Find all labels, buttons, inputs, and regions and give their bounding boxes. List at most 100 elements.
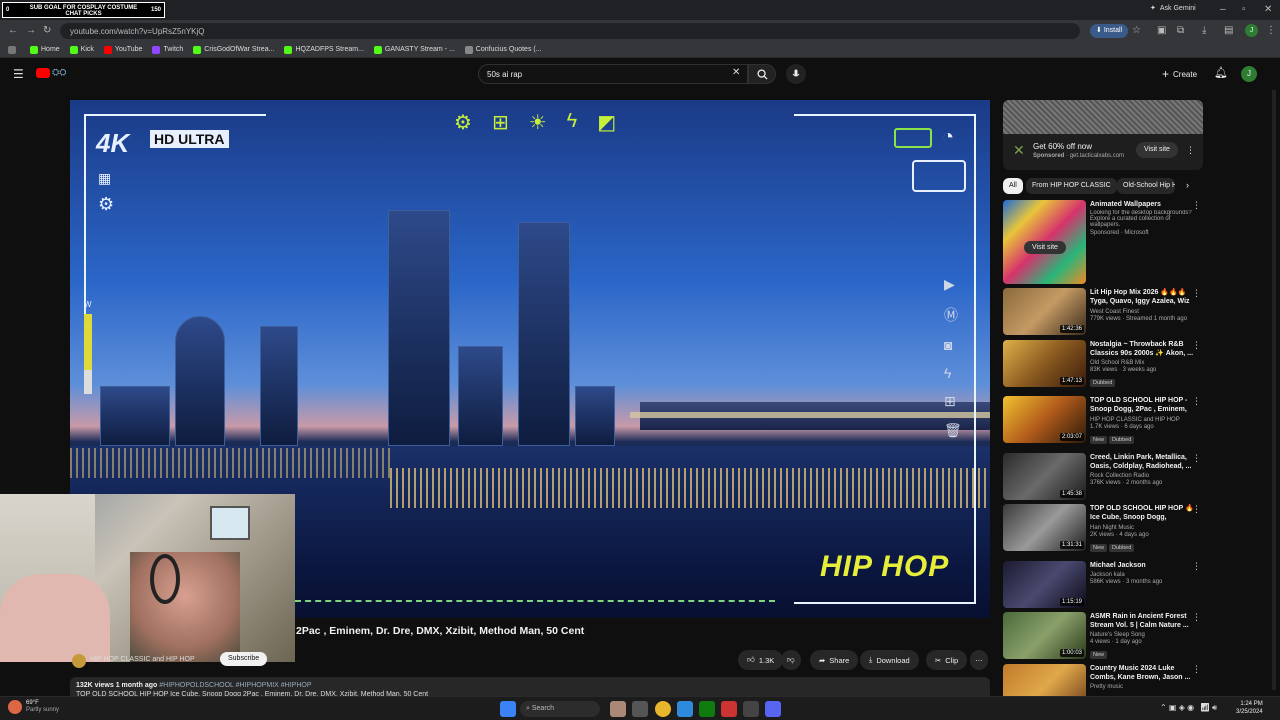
chip-all[interactable]: All: [1003, 178, 1023, 194]
more-options-icon[interactable]: ⋮: [1192, 453, 1201, 464]
feed-channel[interactable]: Jackson kala: [1090, 572, 1194, 578]
tray-icons[interactable]: ⌃ ▣ ◈ ◉: [1160, 703, 1194, 712]
feed-channel[interactable]: Rock Collection Radio: [1090, 473, 1194, 479]
clock[interactable]: 1:24 PM 3/25/2024: [1236, 700, 1263, 716]
feed-item[interactable]: Country Music 2024 Luke Combs, Kane Brow…: [1003, 664, 1203, 711]
edge-icon[interactable]: [677, 701, 693, 717]
ad-more-icon[interactable]: ⋮: [1186, 145, 1195, 156]
back-icon[interactable]: ←: [8, 26, 18, 36]
feed-channel[interactable]: HIP HOP CLASSIC and HIP HOP: [1090, 417, 1194, 423]
download-icon[interactable]: ⤓: [1202, 26, 1206, 36]
bookmark-item[interactable]: Kick: [69, 45, 94, 54]
bookmark-star-icon[interactable]: ☆: [1132, 26, 1141, 36]
bookmark-item[interactable]: HQZADFPS Stream...: [284, 45, 364, 54]
bookmark-item[interactable]: Confucius Quotes (...: [464, 45, 542, 54]
download-button[interactable]: ⤓ Download: [860, 650, 919, 670]
feed-thumbnail[interactable]: 1:00:03: [1003, 612, 1086, 659]
bookmark-item[interactable]: Twitch: [152, 45, 183, 54]
chips-next-icon[interactable]: ›: [1186, 180, 1189, 190]
feed-item[interactable]: 1:45:38 Creed, Linkin Park, Metallica, Oa…: [1003, 453, 1203, 500]
extension-icon[interactable]: ▣: [1157, 26, 1166, 36]
notifications-bell-icon[interactable]: 🔔︎: [1214, 66, 1228, 79]
more-options-icon[interactable]: ⋮: [1192, 340, 1201, 351]
feed-channel[interactable]: Pretty music: [1090, 684, 1194, 690]
feed-thumbnail[interactable]: 1:15:19: [1003, 561, 1086, 608]
chip-old-school[interactable]: Old-School Hip H: [1117, 178, 1175, 194]
weather-widget[interactable]: 69°F Partly sunny: [26, 700, 59, 714]
feed-thumbnail[interactable]: 1:42:36: [1003, 288, 1086, 335]
bookmark-item[interactable]: GANASTY Stream - ...: [373, 45, 455, 54]
feed-item[interactable]: 1:15:19 Michael Jackson Jackson kala 586K v…: [1003, 561, 1203, 608]
channel-name[interactable]: HIP HOP CLASSIC and HIP HOP: [90, 656, 195, 663]
feed-title[interactable]: Animated Wallpapers: [1090, 200, 1194, 209]
more-options-icon[interactable]: ⋮: [1192, 664, 1201, 675]
feed-item[interactable]: Animated Wallpapers Looking for the deskt…: [1003, 200, 1203, 284]
youtube-logo-icon[interactable]: [36, 68, 50, 78]
volume-icon[interactable]: 🔊︎: [1212, 703, 1217, 713]
page-scrollbar[interactable]: [1272, 90, 1276, 690]
bookmark-item[interactable]: YouTube: [103, 45, 142, 54]
feed-title[interactable]: ASMR Rain in Ancient Forest Stream Vol. …: [1090, 612, 1194, 630]
close-window-icon[interactable]: ✕: [1264, 5, 1272, 15]
app-icon[interactable]: [721, 701, 737, 717]
more-options-icon[interactable]: ⋮: [1192, 396, 1201, 407]
create-button[interactable]: + Create: [1162, 67, 1197, 81]
feed-title[interactable]: Lit Hip Hop Mix 2026 🔥🔥🔥 Tyga, Quavo, Ig…: [1090, 288, 1194, 307]
feed-title[interactable]: TOP OLD SCHOOL HIP HOP 🔥 Ice Cube, Snoop…: [1090, 504, 1194, 523]
minimize-icon[interactable]: –: [1220, 5, 1226, 15]
browser-profile-avatar[interactable]: J: [1245, 24, 1258, 37]
apps-grid-icon[interactable]: [8, 45, 16, 54]
feed-channel[interactable]: Nature's Sleep Song: [1090, 632, 1194, 638]
url-field[interactable]: youtube.com/watch?v=UpRsZ5nYKjQ: [60, 23, 1080, 39]
feed-visit-site-button[interactable]: Visit site: [1024, 241, 1066, 254]
feed-title[interactable]: Country Music 2024 Luke Combs, Kane Brow…: [1090, 664, 1194, 682]
clip-button[interactable]: ✂ Clip: [926, 650, 968, 670]
install-button[interactable]: ⬇ Install: [1090, 24, 1129, 38]
start-windows-icon[interactable]: [500, 701, 516, 717]
feed-item[interactable]: 2:03:07 TOP OLD SCHOOL HIP HOP - Snoop Do…: [1003, 396, 1203, 444]
taskbar-search[interactable]: ⌕ Search: [520, 701, 600, 717]
chrome-icon[interactable]: [655, 701, 671, 717]
hamburger-menu-icon[interactable]: ☰: [13, 67, 24, 81]
sidepanel-icon[interactable]: ▤: [1224, 26, 1233, 36]
feed-thumbnail[interactable]: 1:47:13: [1003, 340, 1086, 387]
chip-from-channel[interactable]: From HIP HOP CLASSIC: [1026, 178, 1117, 194]
dislike-button[interactable]: 👎︎: [781, 650, 801, 670]
feed-item[interactable]: 1:31:31 TOP OLD SCHOOL HIP HOP 🔥 Ice Cube…: [1003, 504, 1203, 552]
feed-title[interactable]: TOP OLD SCHOOL HIP HOP - Snoop Dogg, 2Pa…: [1090, 396, 1194, 415]
like-button[interactable]: 👍︎ 1.3K: [738, 650, 784, 670]
feed-channel[interactable]: Old School R&B Mix: [1090, 360, 1194, 366]
feed-thumbnail[interactable]: 2:03:07: [1003, 396, 1086, 443]
browser-menu-icon[interactable]: ⋮: [1266, 26, 1276, 36]
feed-channel[interactable]: Han Night Music: [1090, 525, 1194, 531]
more-options-icon[interactable]: ⋮: [1192, 200, 1201, 211]
ad-visit-button[interactable]: Visit site: [1136, 142, 1178, 158]
taskbar-app-icon[interactable]: [610, 701, 626, 717]
account-avatar[interactable]: J: [1241, 66, 1257, 82]
feed-title[interactable]: Nostalgia ~ Throwback R&B Classics 90s 2…: [1090, 340, 1194, 358]
clear-search-icon[interactable]: ✕: [732, 67, 740, 78]
feed-thumbnail[interactable]: 1:45:38: [1003, 453, 1086, 500]
share-button[interactable]: ➦ Share: [810, 650, 859, 670]
voice-search-button[interactable]: [786, 64, 806, 84]
more-options-icon[interactable]: ⋮: [1192, 288, 1201, 299]
subscribe-button[interactable]: Subscribe: [220, 652, 268, 666]
feed-item[interactable]: 1:42:36 Lit Hip Hop Mix 2026 🔥🔥🔥 Tyga, Qu…: [1003, 288, 1203, 335]
discord-icon[interactable]: [765, 701, 781, 717]
feed-item[interactable]: 1:47:13 Nostalgia ~ Throwback R&B Classic…: [1003, 340, 1203, 387]
xbox-icon[interactable]: [699, 701, 715, 717]
feed-channel[interactable]: Sponsored · Microsoft: [1090, 230, 1194, 236]
search-input[interactable]: 50s ai rap: [478, 64, 748, 84]
feed-title[interactable]: Michael Jackson: [1090, 561, 1194, 570]
more-options-icon[interactable]: ⋮: [1192, 612, 1201, 623]
sidebar-ad[interactable]: ✕ Get 60% off now Sponsored · get.tactic…: [1003, 100, 1203, 170]
more-options-icon[interactable]: ⋮: [1192, 561, 1201, 572]
feed-channel[interactable]: West Coast Finest: [1090, 309, 1194, 315]
ask-gemini-button[interactable]: ✦ Ask Gemini: [1150, 4, 1196, 13]
app-icon[interactable]: [743, 701, 759, 717]
bookmark-item[interactable]: Home: [30, 45, 60, 54]
maximize-icon[interactable]: ▫: [1242, 5, 1246, 15]
channel-avatar[interactable]: [72, 654, 86, 668]
weather-icon[interactable]: [8, 700, 22, 714]
wifi-icon[interactable]: 📶︎: [1200, 703, 1210, 712]
